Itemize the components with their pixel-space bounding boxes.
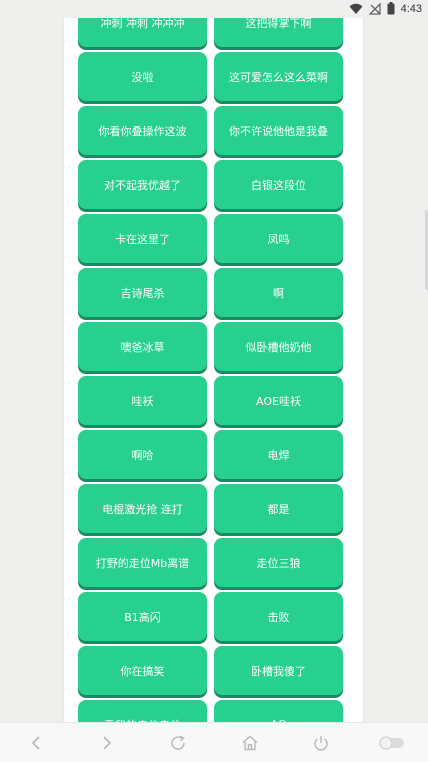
power-icon[interactable] (299, 727, 343, 759)
forward-icon[interactable] (85, 727, 129, 759)
sound-button[interactable]: B1高闪 (78, 592, 207, 641)
toggle-icon[interactable] (370, 727, 414, 759)
sound-button[interactable]: 噢爸冰草 (78, 322, 207, 371)
sound-button[interactable]: 卡在这里了 (78, 214, 207, 263)
status-icons: 4:43 (349, 0, 422, 19)
sound-button[interactable]: 击败 (214, 592, 343, 641)
home-icon[interactable] (228, 727, 272, 759)
sound-button[interactable]: AO (214, 700, 343, 722)
sound-button[interactable]: 没啦 (78, 52, 207, 101)
page: 冲刺 冲刺 冲冲冲 这把得掌下啊 没啦 这可爱怎么这么菜啊 你看你叠操作这波 你… (0, 0, 428, 722)
sound-button[interactable]: 白银这段位 (214, 160, 343, 209)
sound-button[interactable]: 打野的走位Mb离谱 (78, 538, 207, 587)
sound-button[interactable]: 看我的走位走位 (78, 700, 207, 722)
wifi-icon (349, 0, 363, 19)
sound-button[interactable]: 电棍激光抢 连打 (78, 484, 207, 533)
sound-button[interactable]: 这可爱怎么这么菜啊 (214, 52, 343, 101)
sound-button[interactable]: 吉诗尾杀 (78, 268, 207, 317)
sound-button[interactable]: 电焊 (214, 430, 343, 479)
sound-button[interactable]: 凤鸣 (214, 214, 343, 263)
sound-button[interactable]: 哇袄 (78, 376, 207, 425)
sound-button[interactable]: 似卧槽他奶他 (214, 322, 343, 371)
sound-button[interactable]: 对不起我优越了 (78, 160, 207, 209)
sound-button[interactable]: 你不许说他他是我叠 (214, 106, 343, 155)
back-icon[interactable] (14, 727, 58, 759)
sound-button[interactable]: AOE哇袄 (214, 376, 343, 425)
signal-blocked-icon (368, 0, 381, 19)
sound-button[interactable]: 你在搞笑 (78, 646, 207, 695)
refresh-icon[interactable] (156, 727, 200, 759)
sound-button[interactable]: 你看你叠操作这波 (78, 106, 207, 155)
sound-button[interactable]: 啊哈 (78, 430, 207, 479)
status-time: 4:43 (400, 3, 422, 15)
sound-button[interactable]: 啊 (214, 268, 343, 317)
sound-button[interactable]: 都是 (214, 484, 343, 533)
navigation-bar (0, 722, 428, 762)
battery-icon (387, 0, 395, 19)
sound-button[interactable]: 卧槽我傻了 (214, 646, 343, 695)
status-bar: 4:43 (0, 0, 428, 18)
sound-button[interactable]: 走位三狼 (214, 538, 343, 587)
